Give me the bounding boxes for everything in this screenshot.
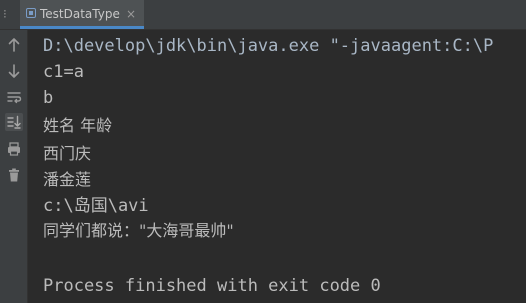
print-icon[interactable] xyxy=(5,140,23,158)
console-line: c:\岛国\avi xyxy=(43,196,149,216)
tab-bar-handle[interactable]: ⁝ xyxy=(3,7,7,21)
up-arrow-icon[interactable] xyxy=(5,36,23,54)
run-tab-bar: ⁝ TestDataType × xyxy=(0,0,526,30)
tab-title: TestDataType xyxy=(40,7,120,21)
console-line: b xyxy=(43,88,54,108)
down-arrow-icon[interactable] xyxy=(5,62,23,80)
console-line: c1=a xyxy=(43,62,84,82)
console-scrollbar[interactable] xyxy=(518,30,526,303)
console-line-exit-status: Process finished with exit code 0 xyxy=(43,276,381,296)
java-class-icon xyxy=(26,8,36,18)
console-line: 潘金莲 xyxy=(43,170,92,189)
console-line: 西门庆 xyxy=(43,144,92,163)
close-icon[interactable]: × xyxy=(126,7,136,21)
trash-icon[interactable] xyxy=(5,166,23,184)
console-output[interactable]: D:\develop\jdk\bin\java.exe "-javaagent:… xyxy=(28,30,526,303)
console-line: 同学们都说："大海哥最帅" xyxy=(43,221,234,240)
console-toolbar xyxy=(0,30,28,303)
run-tool-window: ⁝ TestDataType × D:\develop\jdk\bin\java… xyxy=(0,0,526,303)
soft-wrap-icon[interactable] xyxy=(5,88,23,106)
scroll-to-end-icon[interactable] xyxy=(5,113,23,131)
console-line-command: D:\develop\jdk\bin\java.exe "-javaagent:… xyxy=(43,36,494,56)
tab-testdatatype[interactable]: TestDataType × xyxy=(20,0,144,29)
console-line: 姓名 年龄 xyxy=(43,116,113,135)
